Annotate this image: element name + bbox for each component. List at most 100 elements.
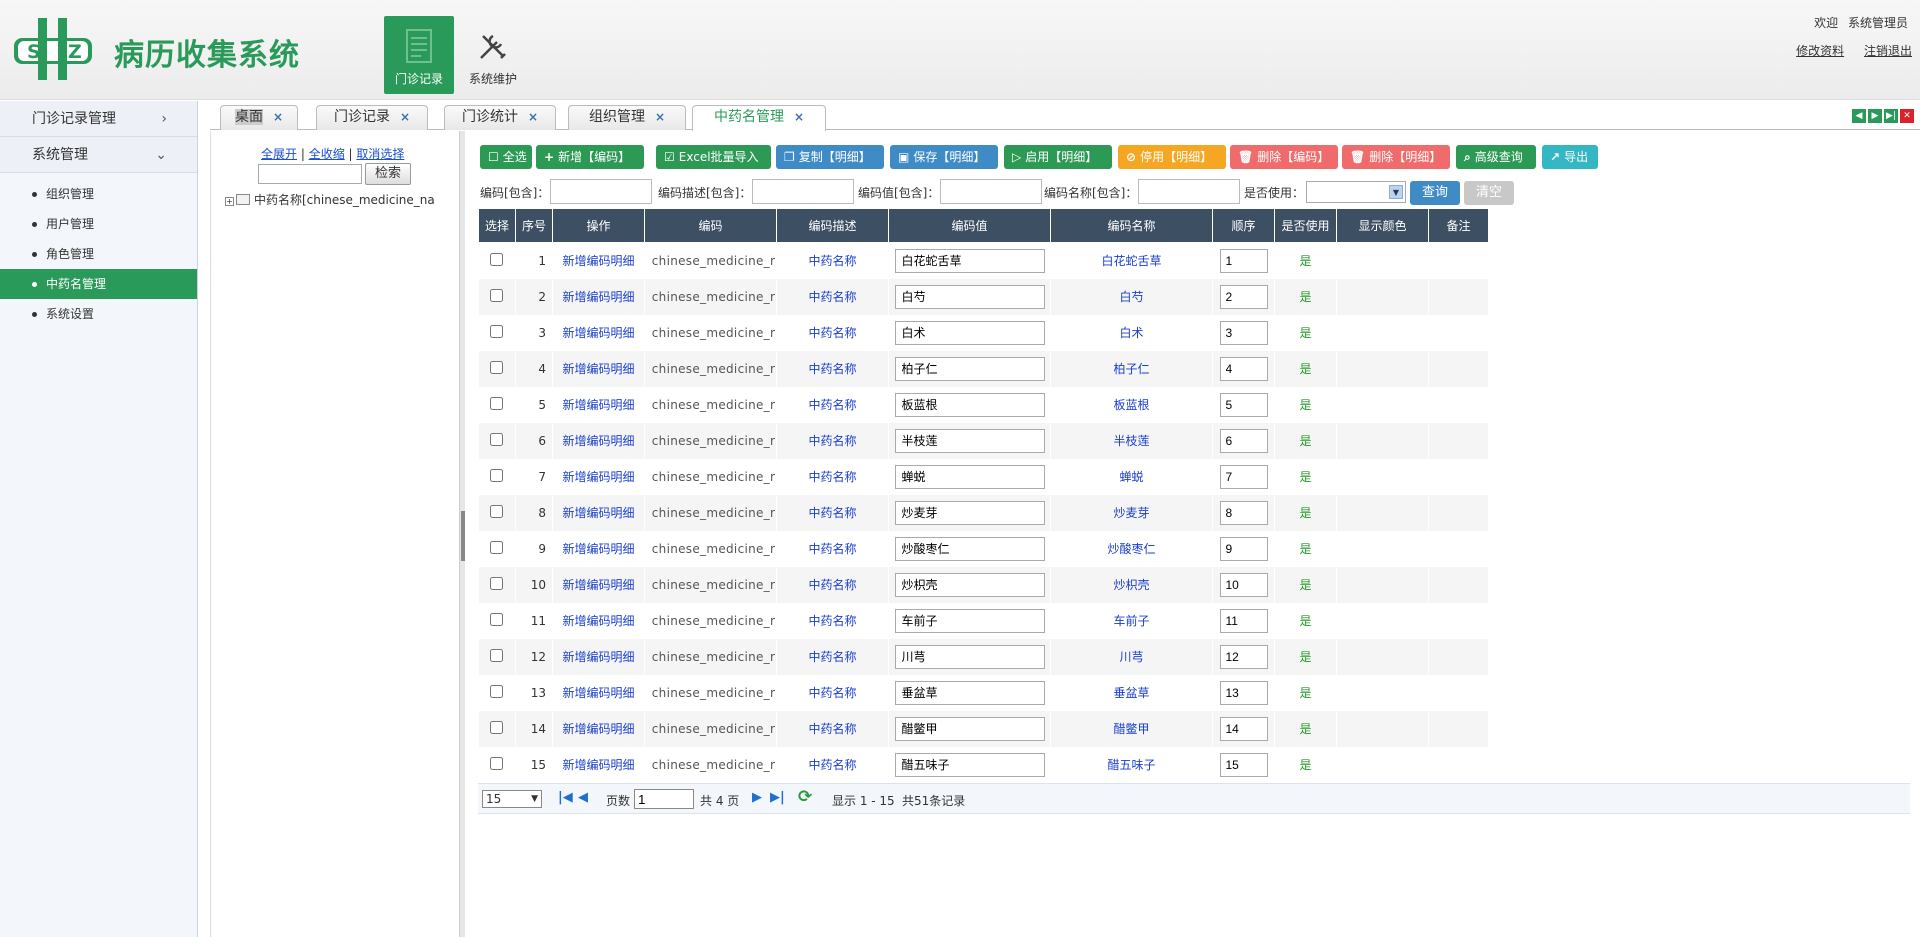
code-value-input[interactable] (894, 284, 1045, 309)
collapse-all-link[interactable]: 全收缩 (309, 147, 345, 161)
use-filter-select[interactable]: ▼ (1306, 181, 1406, 203)
code-value-input[interactable] (894, 500, 1045, 525)
cancel-select-link[interactable]: 取消选择 (356, 147, 404, 161)
expand-icon[interactable]: + (225, 197, 234, 206)
code-value-input[interactable] (894, 464, 1045, 489)
disable-detail-button[interactable]: ⊘ 停用【明细】 (1118, 145, 1226, 169)
add-detail-link[interactable]: 新增编码明细 (562, 614, 634, 628)
sidebar-item-medicine[interactable]: 中药名管理 (0, 269, 197, 299)
code-value-input[interactable] (894, 572, 1045, 597)
row-checkbox[interactable] (490, 252, 504, 266)
order-input[interactable] (1219, 356, 1268, 381)
close-icon[interactable]: × (655, 110, 665, 124)
close-all-icon[interactable]: ✕ (1900, 109, 1914, 123)
advanced-query-button[interactable]: ⌕ 高级查询 (1456, 145, 1536, 169)
enable-detail-button[interactable]: ▷ 启用【明细】 (1004, 145, 1112, 169)
row-checkbox[interactable] (490, 288, 504, 302)
add-detail-link[interactable]: 新增编码明细 (562, 578, 634, 592)
delete-detail-button[interactable]: 🗑 删除【明细】 (1342, 145, 1450, 169)
add-detail-link[interactable]: 新增编码明细 (562, 254, 634, 268)
add-detail-link[interactable]: 新增编码明细 (562, 398, 634, 412)
add-detail-link[interactable]: 新增编码明细 (562, 506, 634, 520)
code-value-input[interactable] (894, 392, 1045, 417)
add-detail-link[interactable]: 新增编码明细 (562, 722, 634, 736)
row-checkbox[interactable] (490, 720, 504, 734)
code-value-input[interactable] (894, 644, 1045, 669)
code-filter-input[interactable] (550, 179, 652, 204)
add-detail-link[interactable]: 新增编码明细 (562, 362, 634, 376)
tab-last-icon[interactable]: ▶| (1884, 109, 1898, 123)
sidebar-item-settings[interactable]: 系统设置 (0, 299, 197, 329)
row-checkbox[interactable] (490, 360, 504, 374)
sidebar-group-outpatient[interactable]: 门诊记录管理 › (0, 101, 197, 137)
excel-import-button[interactable]: ☑ Excel批量导入 (656, 145, 771, 169)
order-input[interactable] (1219, 752, 1268, 777)
close-icon[interactable]: × (794, 110, 804, 124)
row-checkbox[interactable] (490, 756, 504, 770)
page-input[interactable] (634, 789, 694, 809)
row-checkbox[interactable] (490, 504, 504, 518)
row-checkbox[interactable] (490, 576, 504, 590)
add-detail-link[interactable]: 新增编码明细 (562, 650, 634, 664)
close-icon[interactable]: × (528, 110, 538, 124)
query-button[interactable]: 查询 (1410, 181, 1460, 205)
tab-desktop[interactable]: 桌面 × (220, 105, 298, 130)
code-value-input[interactable] (894, 248, 1045, 273)
tree-node[interactable]: + 中药名称[chinese_medicine_na (225, 191, 457, 208)
tab-org[interactable]: 组织管理 × (568, 105, 686, 130)
code-value-input[interactable] (894, 608, 1045, 633)
tab-stats[interactable]: 门诊统计 × (444, 105, 556, 130)
logout-link[interactable]: 注销退出 (1864, 44, 1912, 58)
tab-outpatient[interactable]: 门诊记录 × (316, 105, 428, 130)
add-code-button[interactable]: + 新增【编码】 (536, 145, 644, 169)
sidebar-item-roles[interactable]: 角色管理 (0, 239, 197, 269)
sidebar-item-users[interactable]: 用户管理 (0, 209, 197, 239)
order-input[interactable] (1219, 320, 1268, 345)
row-checkbox[interactable] (490, 468, 504, 482)
select-all-button[interactable]: ☐ 全选 (480, 145, 532, 169)
value-filter-input[interactable] (940, 179, 1042, 204)
add-detail-link[interactable]: 新增编码明细 (562, 326, 634, 340)
copy-detail-button[interactable]: ❐ 复制【明细】 (776, 145, 884, 169)
clear-button[interactable]: 清空 (1464, 181, 1514, 205)
add-detail-link[interactable]: 新增编码明细 (562, 758, 634, 772)
row-checkbox[interactable] (490, 396, 504, 410)
save-detail-button[interactable]: ▣ 保存【明细】 (890, 145, 998, 169)
order-input[interactable] (1219, 608, 1268, 633)
tree-search-input[interactable] (258, 164, 362, 184)
nav-outpatient-records[interactable]: 门诊记录 (384, 16, 454, 94)
add-detail-link[interactable]: 新增编码明细 (562, 290, 634, 304)
code-value-input[interactable] (894, 752, 1045, 777)
row-checkbox[interactable] (490, 540, 504, 554)
add-detail-link[interactable]: 新增编码明细 (562, 686, 634, 700)
order-input[interactable] (1219, 644, 1268, 669)
export-button[interactable]: ↗ 导出 (1542, 145, 1598, 169)
order-input[interactable] (1219, 680, 1268, 705)
last-page-icon[interactable]: ▶| (770, 790, 785, 805)
order-input[interactable] (1219, 284, 1268, 309)
tree-search-button[interactable]: 检索 (365, 163, 411, 185)
row-checkbox[interactable] (490, 324, 504, 338)
tab-prev-icon[interactable]: ◀ (1852, 109, 1866, 123)
code-value-input[interactable] (894, 320, 1045, 345)
add-detail-link[interactable]: 新增编码明细 (562, 542, 634, 556)
splitter-grip[interactable] (461, 511, 465, 561)
refresh-icon[interactable]: ⟳ (798, 787, 812, 807)
expand-all-link[interactable]: 全展开 (261, 147, 297, 161)
row-checkbox[interactable] (490, 612, 504, 626)
code-value-input[interactable] (894, 536, 1045, 561)
close-icon[interactable]: × (273, 110, 283, 124)
page-size-select[interactable]: 15 ▼ (482, 790, 542, 808)
delete-code-button[interactable]: 🗑 删除【编码】 (1230, 145, 1338, 169)
add-detail-link[interactable]: 新增编码明细 (562, 470, 634, 484)
order-input[interactable] (1219, 500, 1268, 525)
panel-splitter[interactable] (459, 131, 465, 937)
edit-profile-link[interactable]: 修改资料 (1796, 44, 1844, 58)
order-input[interactable] (1219, 428, 1268, 453)
order-input[interactable] (1219, 716, 1268, 741)
order-input[interactable] (1219, 464, 1268, 489)
add-detail-link[interactable]: 新增编码明细 (562, 434, 634, 448)
order-input[interactable] (1219, 536, 1268, 561)
prev-page-icon[interactable]: ◀ (578, 790, 588, 805)
code-value-input[interactable] (894, 428, 1045, 453)
